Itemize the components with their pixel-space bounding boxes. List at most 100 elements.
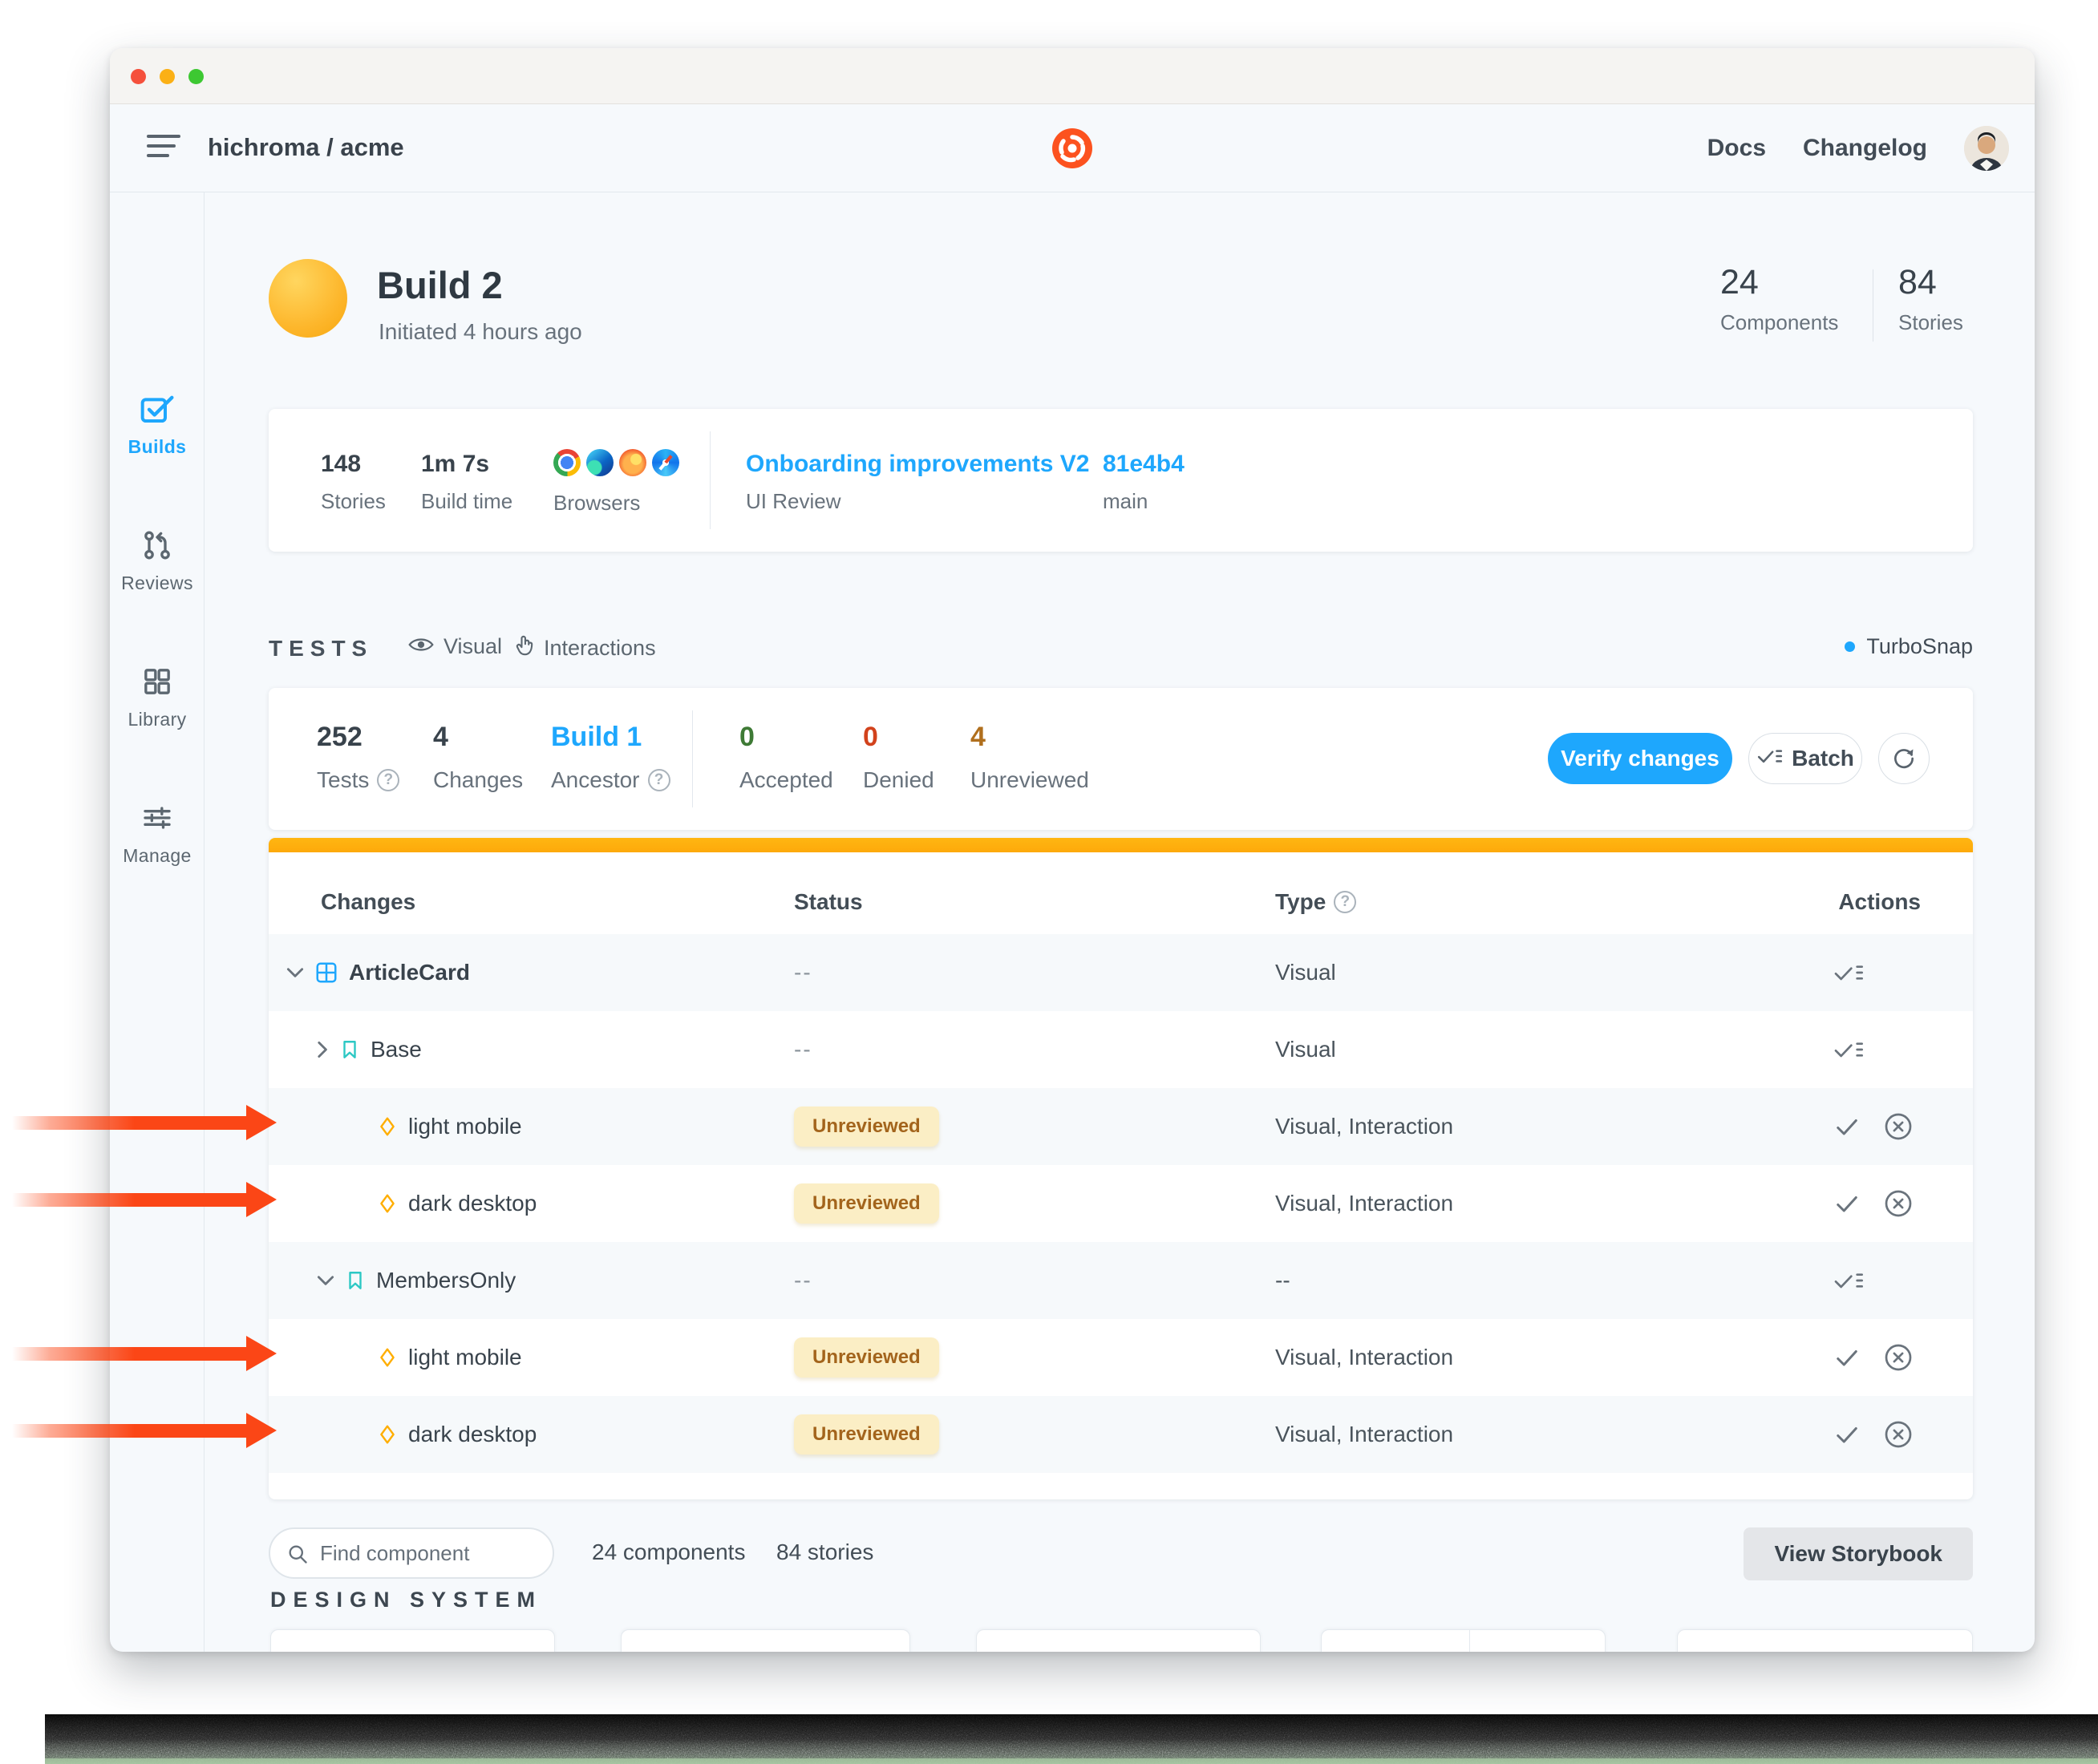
design-system-heading: DESIGN SYSTEM bbox=[270, 1588, 542, 1612]
deny-icon[interactable] bbox=[1884, 1343, 1913, 1372]
annotation-arrow bbox=[12, 1336, 278, 1371]
ancestor-stat[interactable]: Build 1 Ancestor? bbox=[551, 722, 670, 793]
branch-link[interactable]: Onboarding improvements V2 UI Review bbox=[746, 451, 1089, 514]
diamond-icon bbox=[377, 1115, 398, 1138]
design-system-card[interactable] bbox=[621, 1629, 910, 1652]
row-type-cell: Visual bbox=[1275, 934, 1336, 1011]
design-system-card[interactable] bbox=[1321, 1629, 1606, 1652]
status-badge: Unreviewed bbox=[794, 1414, 939, 1454]
deny-icon[interactable] bbox=[1884, 1420, 1913, 1449]
help-icon[interactable]: ? bbox=[1334, 891, 1356, 913]
row-type-cell: Visual, Interaction bbox=[1275, 1319, 1453, 1396]
avatar[interactable] bbox=[1964, 126, 2009, 171]
table-row-component[interactable]: ArticleCard--Visual bbox=[269, 934, 1973, 1011]
component-icon bbox=[314, 961, 338, 985]
sidebar-item-builds[interactable]: Builds bbox=[110, 393, 205, 458]
interactions-filter[interactable]: Interactions bbox=[515, 634, 656, 662]
row-name: light mobile bbox=[408, 1114, 522, 1139]
row-actions-cell bbox=[1833, 1011, 1865, 1088]
stories-count: 148 Stories bbox=[321, 451, 386, 514]
builds-check-icon bbox=[140, 393, 175, 428]
changelog-link[interactable]: Changelog bbox=[1803, 135, 1927, 162]
sidebar-item-label: Manage bbox=[123, 845, 192, 866]
changes-table: Changes Status Type? Actions ArticleCard… bbox=[269, 838, 1973, 1499]
components-summary: 24 components bbox=[592, 1539, 745, 1565]
tests-heading: TESTS bbox=[269, 636, 373, 662]
refresh-button[interactable] bbox=[1878, 733, 1930, 784]
sidebar-item-manage[interactable]: Manage bbox=[110, 802, 205, 867]
batch-accept-icon[interactable] bbox=[1833, 1037, 1865, 1062]
deny-icon[interactable] bbox=[1884, 1112, 1913, 1141]
chromatic-logo-icon[interactable] bbox=[1052, 128, 1092, 168]
menu-icon[interactable] bbox=[147, 135, 182, 162]
accept-icon[interactable] bbox=[1833, 1112, 1861, 1141]
batch-accept-icon[interactable] bbox=[1833, 960, 1865, 985]
accept-icon[interactable] bbox=[1833, 1420, 1861, 1449]
table-row-story[interactable]: dark desktopUnreviewedVisual, Interactio… bbox=[269, 1396, 1973, 1473]
col-actions: Actions bbox=[1838, 889, 1921, 915]
commit-link[interactable]: 81e4b4 main bbox=[1103, 451, 1185, 514]
tests-stat: 252 Tests? bbox=[317, 722, 399, 793]
changes-stat: 4 Changes bbox=[433, 722, 523, 793]
help-icon[interactable]: ? bbox=[648, 769, 670, 791]
batch-accept-icon[interactable] bbox=[1833, 1268, 1865, 1293]
deny-icon[interactable] bbox=[1884, 1189, 1913, 1218]
table-row-story[interactable]: dark desktopUnreviewedVisual, Interactio… bbox=[269, 1165, 1973, 1242]
bookmark-icon bbox=[345, 1269, 366, 1292]
col-type: Type? bbox=[1275, 889, 1356, 915]
sidebar-item-reviews[interactable]: Reviews bbox=[110, 529, 205, 594]
build-status-dot bbox=[269, 259, 347, 338]
row-actions-cell bbox=[1833, 1242, 1865, 1319]
help-icon[interactable]: ? bbox=[377, 769, 399, 791]
app-window: hichroma / acme Docs Changelog bbox=[110, 48, 2035, 1652]
table-row-story[interactable]: light mobileUnreviewedVisual, Interactio… bbox=[269, 1088, 1973, 1165]
minimize-button[interactable] bbox=[160, 69, 175, 84]
design-system-card[interactable] bbox=[976, 1629, 1261, 1652]
stories-stat: 84 Stories bbox=[1898, 263, 1963, 335]
row-name: ArticleCard bbox=[349, 960, 470, 985]
window-titlebar bbox=[110, 48, 2035, 104]
chevron-right-icon[interactable] bbox=[317, 1041, 329, 1058]
app-header: hichroma / acme Docs Changelog bbox=[110, 104, 2035, 192]
table-row-story[interactable]: light mobileUnreviewedVisual, Interactio… bbox=[269, 1319, 1973, 1396]
row-name-cell: ArticleCard bbox=[286, 934, 470, 1011]
sidebar-item-label: Builds bbox=[128, 436, 187, 457]
zoom-button[interactable] bbox=[188, 69, 204, 84]
sidebar-item-library[interactable]: Library bbox=[110, 666, 205, 730]
diamond-icon bbox=[377, 1423, 398, 1446]
build-info-card: 148 Stories 1m 7s Build time Browsers On… bbox=[269, 409, 1973, 552]
eye-icon bbox=[408, 634, 434, 659]
table-row-group[interactable]: Base--Visual bbox=[269, 1011, 1973, 1088]
row-status-cell: -- bbox=[794, 1011, 812, 1088]
page: hichroma / acme Docs Changelog bbox=[0, 0, 2098, 1764]
row-type-cell: Visual, Interaction bbox=[1275, 1165, 1453, 1242]
docs-link[interactable]: Docs bbox=[1707, 135, 1766, 162]
edge-icon bbox=[586, 449, 614, 476]
sidebar-item-label: Library bbox=[128, 709, 186, 730]
turbosnap-indicator[interactable]: TurboSnap bbox=[1845, 634, 1973, 659]
view-storybook-button[interactable]: View Storybook bbox=[1744, 1527, 1973, 1580]
sliders-icon bbox=[140, 802, 175, 837]
accept-icon[interactable] bbox=[1833, 1343, 1861, 1372]
row-status-cell: Unreviewed bbox=[794, 1088, 939, 1165]
chevron-down-icon[interactable] bbox=[317, 1275, 334, 1287]
unreviewed-stat: 4 Unreviewed bbox=[970, 722, 1089, 793]
design-system-card[interactable] bbox=[1677, 1629, 1973, 1652]
design-system-card[interactable] bbox=[270, 1629, 555, 1652]
row-actions-cell bbox=[1833, 1319, 1913, 1396]
find-component-input[interactable] bbox=[269, 1527, 554, 1579]
diamond-icon bbox=[377, 1192, 398, 1215]
batch-button[interactable]: Batch bbox=[1748, 733, 1862, 784]
close-button[interactable] bbox=[131, 69, 146, 84]
browsers bbox=[553, 449, 679, 476]
row-actions-cell bbox=[1833, 1396, 1913, 1473]
denied-stat: 0 Denied bbox=[863, 722, 934, 793]
accept-icon[interactable] bbox=[1833, 1189, 1861, 1218]
build-subtitle: Initiated 4 hours ago bbox=[379, 319, 582, 345]
visual-filter[interactable]: Visual bbox=[408, 634, 502, 659]
verify-changes-button[interactable]: Verify changes bbox=[1548, 733, 1732, 784]
breadcrumb[interactable]: hichroma / acme bbox=[208, 133, 404, 162]
table-row-group[interactable]: MembersOnly---- bbox=[269, 1242, 1973, 1319]
chevron-down-icon[interactable] bbox=[286, 967, 304, 979]
col-status: Status bbox=[794, 889, 863, 915]
